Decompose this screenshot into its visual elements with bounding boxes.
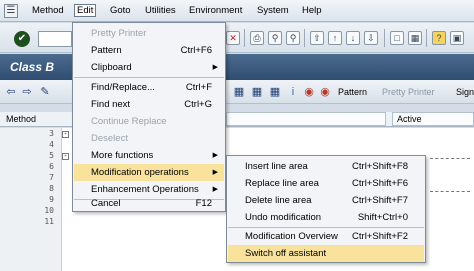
layout-icon[interactable]: ▣ <box>450 31 464 45</box>
active-status-field: Active <box>392 112 474 126</box>
menu-item-find-replace[interactable]: Find/Replace... Ctrl+F <box>74 79 224 96</box>
line-number: 8 <box>49 184 54 193</box>
menu-method[interactable]: Method <box>30 5 66 17</box>
submenu-arrow-icon: ▶ <box>212 169 218 176</box>
submenu-arrow-icon: ▶ <box>212 64 218 71</box>
new-session-icon[interactable]: □ <box>390 31 404 45</box>
activate-icon[interactable]: ▦ <box>250 85 264 99</box>
line-number: 4 <box>49 140 54 149</box>
forward-icon[interactable]: ⇨ <box>20 85 34 99</box>
menu-system[interactable]: System <box>255 5 291 17</box>
toolbar-separator <box>304 29 305 47</box>
find-next-icon[interactable]: ⚲ <box>286 31 300 45</box>
line-number: 5 <box>49 151 54 160</box>
info-icon[interactable]: i <box>286 85 300 99</box>
previous-page-icon[interactable]: ↑ <box>328 31 342 45</box>
menu-item-insert-line-area[interactable]: Insert line area Ctrl+Shift+F8 <box>228 158 424 175</box>
command-field[interactable] <box>38 31 72 47</box>
enter-icon[interactable]: ✔ <box>14 31 30 47</box>
help-icon[interactable]: ? <box>432 31 446 45</box>
shortcut-icon[interactable]: ▦ <box>408 31 422 45</box>
menu-help[interactable]: Help <box>300 5 324 17</box>
toolbar-separator <box>244 29 245 47</box>
other-object-icon[interactable]: ✎ <box>38 85 52 99</box>
cancel-icon[interactable]: ✕ <box>226 31 240 45</box>
menu-item-find-next[interactable]: Find next Ctrl+G <box>74 96 224 113</box>
pretty-printer-button: Pretty Printer <box>382 87 435 97</box>
toolbar-separator <box>426 29 427 47</box>
line-number: 3 <box>49 129 54 138</box>
menu-item-delete-line-area[interactable]: Delete line area Ctrl+Shift+F7 <box>228 192 424 209</box>
toolbar-separator <box>384 29 385 47</box>
pattern-button[interactable]: Pattern <box>334 84 371 100</box>
menu-environment[interactable]: Environment <box>187 5 244 17</box>
menu-item-continue-replace: Continue Replace <box>91 116 167 127</box>
line-number: 6 <box>49 162 54 171</box>
debug-icon[interactable]: ◉ <box>318 85 332 99</box>
method-label: Method <box>6 114 37 124</box>
fold-toggle-icon[interactable]: - <box>62 131 69 138</box>
menu-item-more-functions[interactable]: More functions ▶ <box>74 147 224 164</box>
edit-menu: Pretty Printer Pattern Ctrl+F6 Clipboard… <box>72 22 226 212</box>
where-used-icon[interactable]: ▦ <box>268 85 282 99</box>
menu-utilities[interactable]: Utilities <box>143 5 178 17</box>
line-number: 7 <box>49 173 54 182</box>
menu-item-replace-line-area[interactable]: Replace line area Ctrl+Shift+F6 <box>228 175 424 192</box>
menu-item-pretty-printer: Pretty Printer <box>91 28 147 39</box>
menu-separator <box>74 77 224 78</box>
page-title: Class B <box>10 60 55 74</box>
menu-item-modification-overview[interactable]: Modification Overview Ctrl+Shift+F2 <box>228 228 424 245</box>
fold-toggle-icon[interactable]: - <box>62 153 69 160</box>
first-page-icon[interactable]: ⇧ <box>310 31 324 45</box>
menu-item-modification-operations[interactable]: Modification operations ▶ <box>74 164 224 181</box>
last-page-icon[interactable]: ⇩ <box>364 31 378 45</box>
menu-goto[interactable]: Goto <box>108 5 133 17</box>
menu-item-clipboard[interactable]: Clipboard ▶ <box>74 59 224 76</box>
back-icon[interactable]: ⇦ <box>4 85 18 99</box>
test-icon[interactable]: ◉ <box>302 85 316 99</box>
next-page-icon[interactable]: ↓ <box>346 31 360 45</box>
menu-item-pattern[interactable]: Pattern Ctrl+F6 <box>74 42 224 59</box>
comment-divider <box>430 158 470 159</box>
menu-item-undo-modification[interactable]: Undo modification Shift+Ctrl+0 <box>228 209 424 226</box>
menu-item-switch-off-assistant[interactable]: Switch off assistant <box>228 245 424 262</box>
line-number-gutter: 3 4 5 6 7 8 9 10 11 <box>0 128 62 271</box>
print-icon[interactable]: ⎙ <box>250 31 264 45</box>
comment-divider <box>430 191 470 192</box>
line-number: 9 <box>49 195 54 204</box>
line-number: 11 <box>44 217 54 226</box>
submenu-arrow-icon: ▶ <box>212 152 218 159</box>
modification-operations-menu: Insert line area Ctrl+Shift+F8 Replace l… <box>226 155 426 263</box>
menu-item-deselect: Deselect <box>91 133 128 144</box>
exit-icon[interactable]: ☰ <box>4 4 18 18</box>
menu-item-cancel[interactable]: Cancel F12 <box>74 195 224 212</box>
check-icon[interactable]: ▦ <box>232 85 246 99</box>
menu-bar: ☰ Method Edit Goto Utilities Environment… <box>0 0 474 22</box>
find-icon[interactable]: ⚲ <box>268 31 282 45</box>
method-name-field[interactable] <box>226 112 386 126</box>
line-number: 10 <box>44 206 54 215</box>
menu-edit[interactable]: Edit <box>74 4 97 17</box>
signature-button[interactable]: Sign <box>452 84 474 100</box>
